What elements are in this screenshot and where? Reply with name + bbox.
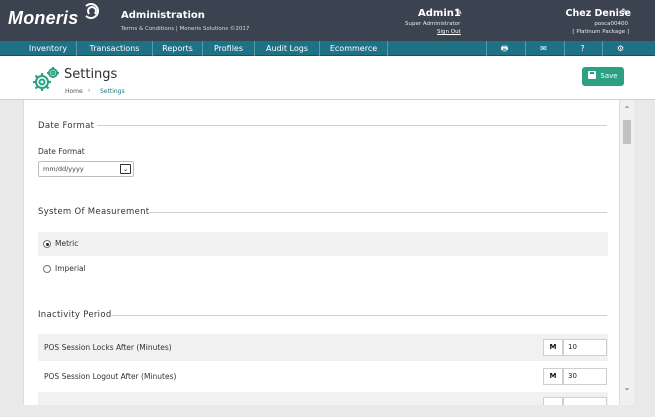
edit-store-pencil-icon[interactable]: ✎	[621, 8, 629, 18]
settings-icon[interactable]: ⚙	[602, 41, 638, 56]
logo-swirl-inner-icon	[87, 6, 97, 16]
moneris-logo[interactable]: Moneris	[8, 8, 78, 29]
setting-label: POS Session Locks After (Minutes)	[44, 343, 172, 352]
section-divider	[149, 212, 607, 213]
floppy-disk-icon	[588, 71, 597, 79]
scroll-down-icon[interactable]: ⌄	[620, 383, 634, 393]
mail-icon[interactable]: ✉	[525, 41, 561, 56]
inactivity-section-title: Inactivity Period	[38, 310, 112, 320]
nav-reports[interactable]: Reports	[153, 41, 203, 56]
radio-button[interactable]	[43, 265, 51, 273]
nav-audit-logs[interactable]: Audit Logs	[255, 41, 320, 56]
nav-profiles[interactable]: Profiles	[203, 41, 255, 56]
save-button[interactable]: Save	[582, 67, 624, 86]
radio-option-imperial[interactable]: Imperial	[38, 257, 608, 281]
terms-link[interactable]: Terms & Conditions | Moneris Solutions ©…	[121, 26, 249, 32]
store-package: [ Platinum Package ]	[572, 29, 629, 35]
date-format-section-title: Date Format	[38, 121, 95, 131]
nav-ecommerce[interactable]: Ecommerce	[320, 41, 388, 56]
vertical-scrollbar[interactable]: ⌃ ⌄	[620, 100, 634, 405]
top-header: Moneris Administration Terms & Condition…	[0, 0, 655, 41]
scroll-thumb[interactable]	[623, 120, 631, 144]
radio-button[interactable]	[43, 240, 51, 248]
setting-row-partial	[38, 392, 608, 405]
measurement-section-title: System Of Measurement	[38, 207, 150, 217]
section-divider	[97, 125, 607, 126]
radio-label: Metric	[55, 239, 79, 248]
printer-icon[interactable]: 🖶	[486, 41, 522, 56]
minutes-unit-badge: M	[543, 339, 563, 356]
date-format-label: Date Format	[38, 147, 85, 156]
radio-option-metric[interactable]: Metric	[38, 232, 608, 256]
help-icon[interactable]: ?	[564, 41, 600, 56]
page-header: Settings Home › Settings Save	[0, 56, 655, 100]
nav-transactions[interactable]: Transactions	[77, 41, 153, 56]
save-button-label: Save	[600, 72, 618, 80]
sign-out-link[interactable]: Sign Out	[437, 29, 461, 35]
minutes-unit-badge	[543, 397, 563, 405]
main-nav: Inventory Transactions Reports Profiles …	[0, 41, 655, 56]
settings-gear-icon	[33, 67, 59, 91]
breadcrumb-home[interactable]: Home	[65, 88, 83, 95]
date-format-select[interactable]: mm/dd/yyyy ⌄	[38, 161, 134, 177]
date-format-value: mm/dd/yyyy	[43, 165, 84, 173]
chevron-down-icon: ⌄	[120, 164, 131, 174]
page-title: Settings	[64, 67, 118, 82]
setting-label: POS Session Logout After (Minutes)	[44, 372, 177, 381]
store-id: posca00400	[594, 21, 628, 27]
minutes-unit-badge: M	[543, 368, 563, 385]
setting-row-session-lock: POS Session Locks After (Minutes) M 10	[38, 334, 608, 361]
setting-row-session-logout: POS Session Logout After (Minutes) M 30	[38, 363, 608, 390]
app-title: Administration	[121, 10, 205, 21]
breadcrumb-separator: ›	[88, 87, 91, 94]
session-lock-minutes-input[interactable]: 10	[563, 339, 607, 356]
settings-panel: Date Format Date Format mm/dd/yyyy ⌄ Sys…	[23, 100, 620, 405]
radio-label: Imperial	[55, 264, 86, 273]
partial-input[interactable]	[563, 397, 607, 405]
nav-inventory[interactable]: Inventory	[20, 41, 77, 56]
breadcrumb-current: Settings	[100, 88, 125, 95]
user-role: Super Administrator	[405, 21, 461, 27]
edit-user-pencil-icon[interactable]: ✎	[455, 8, 463, 18]
scroll-up-icon[interactable]: ⌃	[620, 105, 634, 115]
session-logout-minutes-input[interactable]: 30	[563, 368, 607, 385]
section-divider	[112, 315, 607, 316]
